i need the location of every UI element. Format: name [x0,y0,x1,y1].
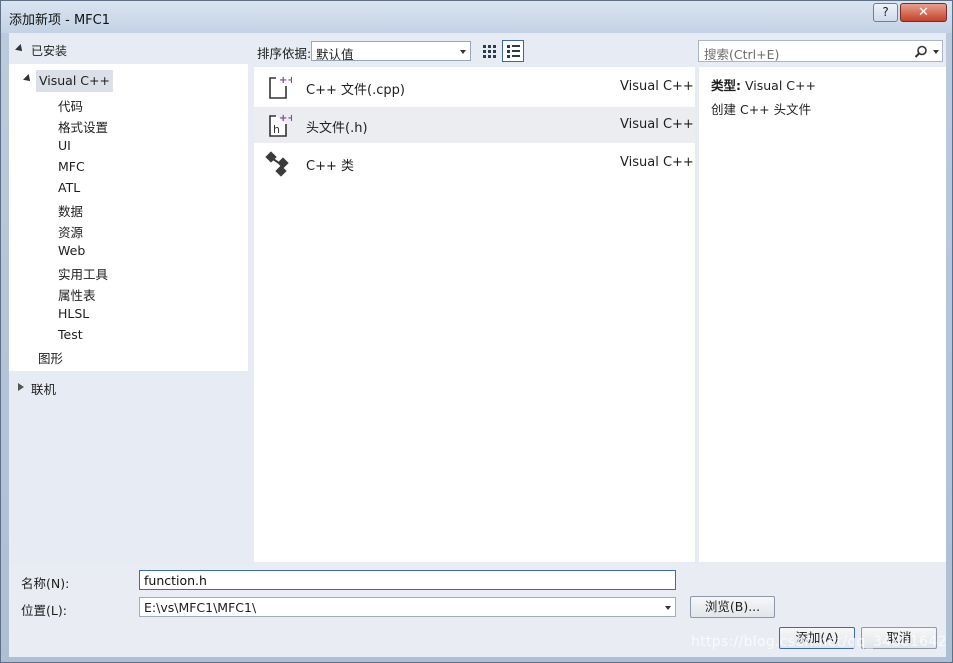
name-label: 名称(N): [21,576,70,591]
tree-item[interactable]: 属性表 [58,285,96,304]
installed-label: 已安装 [31,44,68,58]
tree-item[interactable]: ATL [58,180,80,195]
sort-label: 排序依据: [257,46,312,61]
tree-item[interactable]: 代码 [58,96,83,115]
location-value: E:\vs\MFC1\MFC1\ [144,600,257,615]
sort-dropdown[interactable]: 默认值 [311,41,471,62]
tree-item[interactable]: HLSL [58,306,89,321]
chevron-down-icon[interactable] [665,606,671,610]
cpp-file-icon: ++ [269,75,292,99]
tree-item[interactable]: 格式设置 [58,117,108,136]
list-item-cpp-file[interactable]: ++ C++ 文件(.cpp) Visual C++ [254,69,695,105]
expanded-arrow-icon[interactable] [23,74,33,84]
search-input[interactable]: 搜索(Ctrl+E) [698,40,943,62]
search-placeholder: 搜索(Ctrl+E) [704,47,780,62]
browse-button[interactable]: 浏览(B)... [690,596,775,618]
close-button[interactable]: ✕ [900,3,947,22]
list-item-cpp-class[interactable]: C++ 类 Visual C++ [254,145,695,181]
chevron-down-icon [460,50,466,54]
location-field[interactable]: E:\vs\MFC1\MFC1\ [139,597,676,617]
tree-item[interactable]: Web [58,243,85,258]
tree-item-graphics[interactable]: 图形 [38,348,63,367]
template-name: 头文件(.h) [306,121,368,136]
name-field[interactable] [139,570,676,590]
list-view-button[interactable] [502,40,524,62]
template-language: Visual C++ [620,155,694,170]
add-new-item-dialog: 添加新项 - MFC1 ? ✕ 已安装 Visual C++ 代码 格式设置 U… [0,0,953,663]
online-header[interactable]: 联机 [9,377,249,397]
expanded-arrow-icon[interactable] [15,44,25,54]
list-item-header-file[interactable]: ++ h 头文件(.h) Visual C++ [254,107,695,143]
window-title: 添加新项 - MFC1 [9,13,110,28]
online-label: 联机 [31,382,57,397]
type-value: Visual C++ [744,78,816,93]
tree-item[interactable]: Test [58,327,83,342]
installed-header[interactable]: 已安装 [9,39,249,61]
sort-value: 默认值 [316,47,354,62]
tree-item[interactable]: UI [58,138,71,153]
chevron-down-icon[interactable] [933,50,939,54]
svg-text:++: ++ [279,113,292,124]
help-button[interactable]: ? [873,3,898,22]
template-category-tree: Visual C++ 代码 格式设置 UI MFC ATL 数据 资源 Web … [9,64,248,371]
tree-item[interactable]: MFC [58,159,85,174]
template-name: C++ 类 [306,159,354,174]
cpp-class-icon [265,151,289,177]
template-name: C++ 文件(.cpp) [306,83,405,98]
collapsed-arrow-icon[interactable] [18,383,24,391]
tree-item[interactable]: 实用工具 [58,264,108,283]
header-file-icon: ++ h [269,113,292,137]
template-description: 类型: Visual C++ 创建 C++ 头文件 [699,67,946,562]
template-language: Visual C++ [620,117,694,132]
svg-text:++: ++ [279,75,292,86]
template-list: ++ C++ 文件(.cpp) Visual C++ ++ h 头文件(.h) … [254,67,695,562]
tree-item[interactable]: 数据 [58,201,83,220]
search-icon[interactable] [914,45,928,59]
description-text: 创建 C++ 头文件 [711,102,812,117]
svg-text:h: h [273,123,280,136]
grid-view-button[interactable] [478,40,500,62]
location-label: 位置(L): [21,603,67,618]
dialog-body: 已安装 Visual C++ 代码 格式设置 UI MFC ATL 数据 资源 … [9,33,946,657]
tree-item-visual-cpp[interactable]: Visual C++ [36,70,113,92]
tree-item[interactable]: 资源 [58,222,83,241]
template-language: Visual C++ [620,79,694,94]
watermark: https://blog.csdn.net/qq_34801642 [691,634,947,650]
title-bar: 添加新项 - MFC1 ? ✕ [1,1,952,33]
type-label: 类型: [711,78,741,93]
description-type: 类型: Visual C++ [711,75,816,94]
